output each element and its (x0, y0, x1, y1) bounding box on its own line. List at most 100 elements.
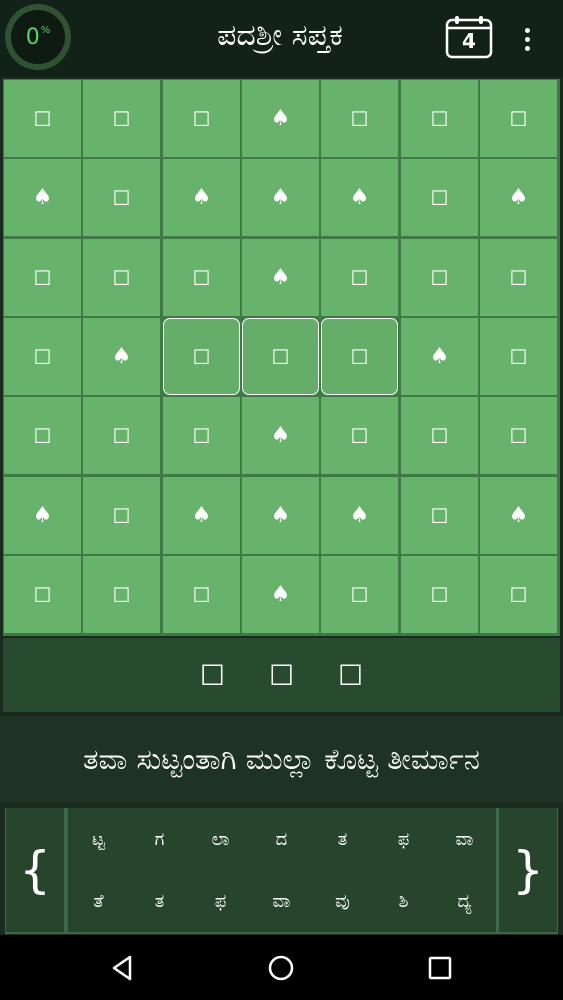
grid-cell-empty[interactable]: ☐ (163, 556, 240, 633)
grid-cell-empty[interactable]: ☐ (321, 397, 398, 474)
letter-tile[interactable]: ಲಾ (190, 808, 251, 870)
back-icon[interactable] (108, 953, 138, 983)
answer-slot[interactable]: ☐ (269, 659, 294, 692)
overflow-menu-icon[interactable] (520, 28, 534, 54)
grid-cell-spade[interactable]: ♠ (83, 318, 160, 395)
previous-letters-button[interactable]: { (6, 808, 64, 932)
grid-cell-empty[interactable]: ☐ (401, 556, 478, 633)
puzzle-grid: ☐ ☐ ☐ ♠ ☐ ☐ ☐ ♠ ☐ ♠ ♠ ♠ ☐ ♠ ☐ ☐ ☐ ♠ ☐ ☐ ☐ ☐ ♠ ☐ ☐ ☐ ♠ ☐ ☐ ☐ ☐ ♠ ☐ ☐ ☐ ♠ ☐ ♠ ♠ ♠… (3, 79, 560, 636)
grid-cell-spade[interactable]: ♠ (242, 239, 319, 316)
empty-box-icon: ☐ (33, 265, 52, 290)
grid-cell-empty[interactable]: ☐ (83, 556, 160, 633)
grid-cell-empty[interactable]: ☐ (242, 318, 319, 395)
grid-cell-empty[interactable]: ☐ (83, 477, 160, 554)
grid-cell-empty[interactable]: ☐ (480, 397, 557, 474)
grid-cell-empty[interactable]: ☐ (83, 239, 160, 316)
grid-cell-empty[interactable]: ☐ (321, 318, 398, 395)
grid-cell-spade[interactable]: ♠ (242, 477, 319, 554)
letter-panel: { ಟ್ಟ ಗ ಲಾ ದ ತ ಫ ವಾ ತೆ ತ ಫ ವಾ ವು ಶಿ ದ್ಯ } (5, 808, 558, 934)
grid-cell-spade[interactable]: ♠ (480, 477, 557, 554)
next-letters-button[interactable]: } (499, 808, 557, 932)
empty-box-icon: ☐ (430, 106, 449, 131)
grid-cell-spade[interactable]: ♠ (4, 159, 81, 236)
answer-slot[interactable]: ☐ (200, 659, 225, 692)
grid-cell-spade[interactable]: ♠ (480, 159, 557, 236)
calendar-button[interactable]: 4 (445, 15, 493, 59)
grid-cell-spade[interactable]: ♠ (321, 159, 398, 236)
grid-cell-empty[interactable]: ☐ (401, 477, 478, 554)
spade-icon: ♠ (508, 185, 529, 210)
grid-cell-empty[interactable]: ☐ (401, 239, 478, 316)
spade-icon: ♠ (111, 344, 132, 369)
spade-icon: ♠ (270, 185, 291, 210)
grid-cell-empty[interactable]: ☐ (321, 556, 398, 633)
app-title: ಪದಶ್ರೀ ಸಪ್ತಕ (217, 18, 343, 53)
letter-tile[interactable]: ಫ (373, 808, 434, 870)
letter-tile[interactable]: ತ (312, 808, 373, 870)
letter-tile[interactable]: ವಾ (251, 870, 312, 932)
grid-cell-empty[interactable]: ☐ (321, 80, 398, 157)
empty-box-icon: ☐ (112, 185, 131, 210)
grid-cell-empty[interactable]: ☐ (4, 318, 81, 395)
system-nav-bar (0, 935, 563, 1000)
empty-box-icon: ☐ (33, 106, 52, 131)
letter-tile[interactable]: ಫ (190, 870, 251, 932)
letter-tile[interactable]: ವು (312, 870, 373, 932)
grid-cell-empty[interactable]: ☐ (321, 239, 398, 316)
grid-cell-empty[interactable]: ☐ (83, 397, 160, 474)
grid-cell-spade[interactable]: ♠ (163, 159, 240, 236)
grid-cell-empty[interactable]: ☐ (480, 239, 557, 316)
app-header: 0 % ಪದಶ್ರೀ ಸಪ್ತಕ 4 (0, 0, 563, 77)
letter-tile[interactable]: ದ (251, 808, 312, 870)
grid-cell-spade[interactable]: ♠ (242, 80, 319, 157)
empty-box-icon: ☐ (350, 423, 369, 448)
spade-icon: ♠ (270, 423, 291, 448)
empty-box-icon: ☐ (509, 344, 528, 369)
grid-cell-empty[interactable]: ☐ (163, 239, 240, 316)
letter-tile[interactable]: ಶಿ (373, 870, 434, 932)
grid-cell-empty[interactable]: ☐ (401, 80, 478, 157)
grid-cell-spade[interactable]: ♠ (242, 397, 319, 474)
answer-slot[interactable]: ☐ (338, 659, 363, 692)
recents-icon[interactable] (425, 953, 455, 983)
spade-icon: ♠ (270, 106, 291, 131)
grid-cell-empty[interactable]: ☐ (401, 397, 478, 474)
progress-indicator: 0 % (5, 4, 71, 70)
empty-box-icon: ☐ (112, 423, 131, 448)
grid-cell-empty[interactable]: ☐ (83, 159, 160, 236)
grid-cell-empty[interactable]: ☐ (83, 80, 160, 157)
grid-cell-empty[interactable]: ☐ (480, 556, 557, 633)
empty-box-icon: ☐ (430, 185, 449, 210)
empty-box-icon: ☐ (192, 265, 211, 290)
letter-tile[interactable]: ವಾ (434, 808, 495, 870)
grid-cell-empty[interactable]: ☐ (163, 397, 240, 474)
grid-cell-empty[interactable]: ☐ (4, 397, 81, 474)
grid-cell-empty[interactable]: ☐ (163, 80, 240, 157)
empty-box-icon: ☐ (350, 106, 369, 131)
grid-cell-empty[interactable]: ☐ (163, 318, 240, 395)
progress-value: 0 (25, 24, 40, 50)
grid-cell-spade[interactable]: ♠ (4, 477, 81, 554)
spade-icon: ♠ (32, 503, 53, 528)
grid-cell-spade[interactable]: ♠ (321, 477, 398, 554)
grid-cell-empty[interactable]: ☐ (4, 556, 81, 633)
grid-cell-empty[interactable]: ☐ (4, 239, 81, 316)
clue-text: ತವಾ ಸುಟ್ಟಂತಾಗಿ ಮುಲ್ಲಾ ಕೊಟ್ಟ ತೀರ್ಮಾನ (0, 716, 563, 802)
grid-cell-spade[interactable]: ♠ (163, 477, 240, 554)
grid-cell-spade[interactable]: ♠ (242, 556, 319, 633)
letter-tile[interactable]: ತೆ (68, 870, 129, 932)
letter-tile[interactable]: ಗ (129, 808, 190, 870)
empty-box-icon: ☐ (509, 582, 528, 607)
empty-box-icon: ☐ (350, 265, 369, 290)
grid-cell-spade[interactable]: ♠ (242, 159, 319, 236)
grid-cell-empty[interactable]: ☐ (401, 159, 478, 236)
letter-tile[interactable]: ಟ್ಟ (68, 808, 129, 870)
letter-tile[interactable]: ದ್ಯ (434, 870, 495, 932)
letter-tile[interactable]: ತ (129, 870, 190, 932)
home-icon[interactable] (266, 953, 296, 983)
grid-cell-empty[interactable]: ☐ (480, 80, 557, 157)
grid-cell-empty[interactable]: ☐ (4, 80, 81, 157)
grid-cell-empty[interactable]: ☐ (480, 318, 557, 395)
grid-cell-spade[interactable]: ♠ (401, 318, 478, 395)
empty-box-icon: ☐ (430, 503, 449, 528)
